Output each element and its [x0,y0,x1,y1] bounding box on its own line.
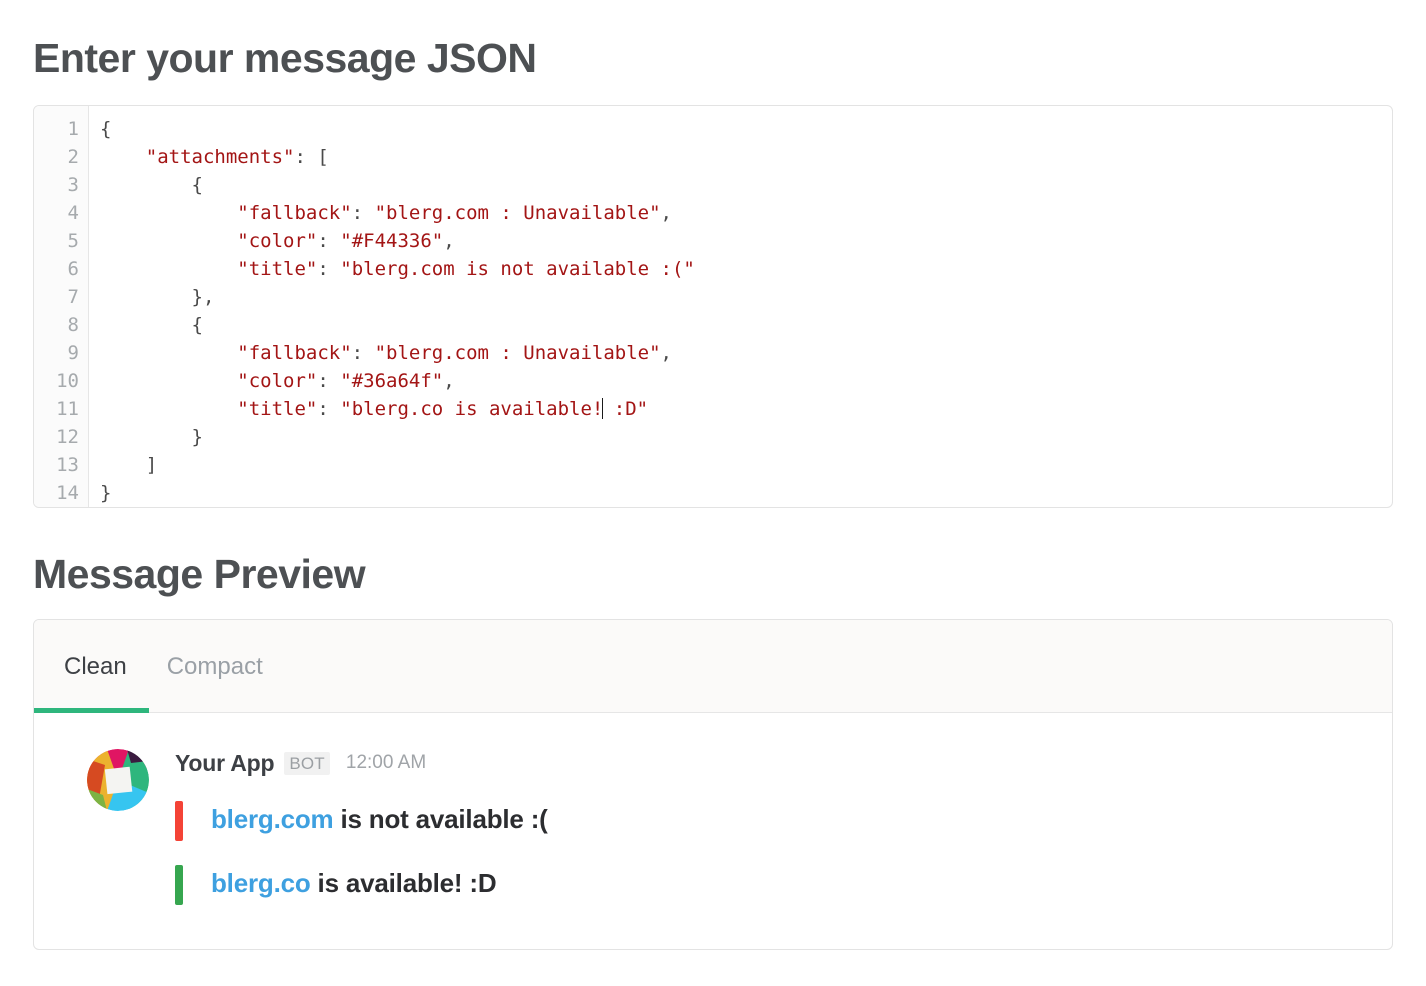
message-header: Your App BOT 12:00 AM [175,749,1392,777]
line-number: 12 [56,426,79,448]
attachment-color-bar [175,865,183,905]
message-author-name: Your App [175,749,275,776]
code-string: "blerg.com : Unavailable" [374,342,661,364]
code-punctuation: , [443,230,455,252]
attachment-title-text: is not available :( [333,804,548,834]
code-string: :D" [602,398,649,420]
code-line: "color": "#F44336", [237,230,455,252]
code-line: "fallback": "blerg.com : Unavailable", [237,202,672,224]
message-content: Your App BOT 12:00 AM blerg.com is not a… [175,747,1392,905]
code-line: { [100,311,1392,339]
attachment-title: blerg.com is not available :( [211,799,548,839]
code-line: "color": "#36a64f", [237,370,455,392]
preview-tabbar: Clean Compact [34,620,1392,713]
code-punctuation: { [100,118,112,140]
line-number: 10 [56,370,79,392]
code-punctuation: { [191,174,203,196]
code-line: "fallback": "blerg.com : Unavailable", [237,342,672,364]
attachment: blerg.co is available! :D [175,863,1392,905]
code-key: "color" [237,370,318,392]
code-key: "color" [237,230,318,252]
message-preview-panel: Clean Compact Your App BOT 12:00 AM bler… [33,619,1393,950]
code-line: { [100,171,1392,199]
code-punctuation: { [191,314,203,336]
line-number: 6 [67,258,79,280]
code-line: } [100,479,1392,507]
code-punctuation: , [660,202,672,224]
code-punctuation: } [191,426,203,448]
code-string: "blerg.com is not available :(" [340,258,695,280]
avatar [87,749,149,811]
tab-clean[interactable]: Clean [34,620,149,713]
code-line: { [100,115,1392,143]
attachment-color-bar [175,801,183,841]
line-number: 13 [56,454,79,476]
line-number: 1 [67,118,79,140]
code-string: "#F44336" [340,230,444,252]
code-key: "title" [237,258,318,280]
code-key: "fallback" [237,202,352,224]
code-line: "title": "blerg.co is available! :D" [237,398,649,420]
code-line: "attachments": [ [145,146,329,168]
attachment-link[interactable]: blerg.co [211,868,311,898]
line-number: 5 [67,230,79,252]
line-number: 7 [67,286,79,308]
code-string: "blerg.co is available! [340,398,604,420]
code-punctuation: ] [145,454,158,476]
slack-logo-icon [87,749,149,811]
line-number: 9 [67,342,79,364]
code-punctuation: , [660,342,672,364]
attachment-title: blerg.co is available! :D [211,863,497,903]
code-punctuation: } [100,482,112,504]
editor-gutter: 1 2 3 4 5 6 7 8 9 10 11 12 13 14 [34,106,89,507]
code-punctuation: , [443,370,455,392]
attachment-link[interactable]: blerg.com [211,804,334,834]
line-number: 8 [67,314,79,336]
code-punctuation: }, [191,286,215,308]
line-number: 11 [56,398,79,420]
bot-badge: BOT [284,751,330,775]
page-title-json: Enter your message JSON [33,35,537,81]
line-number: 4 [67,202,79,224]
code-line: } [100,423,1392,451]
code-line: "title": "blerg.com is not available :(" [237,258,695,280]
line-number: 14 [56,482,79,504]
line-number: 2 [67,146,79,168]
page-root: Enter your message JSON 1 2 3 4 5 6 7 8 9 10 11 12 1… [0,0,1426,986]
attachment-title-text: is available! :D [310,868,497,898]
json-editor[interactable]: 1 2 3 4 5 6 7 8 9 10 11 12 13 14 { "attachments": [ {… [33,105,1393,508]
code-line: }, [100,283,1392,311]
editor-code-area[interactable]: { "attachments": [ { "fallback": "blerg.… [89,106,1392,507]
code-string: "#36a64f" [340,370,444,392]
tab-compact[interactable]: Compact [167,620,263,713]
attachment-list: blerg.com is not available :( blerg.co is… [175,799,1392,905]
code-key: "title" [237,398,318,420]
page-title-preview: Message Preview [33,551,366,597]
message-timestamp: 12:00 AM [345,752,427,773]
code-string: "blerg.com : Unavailable" [374,202,661,224]
message-row: Your App BOT 12:00 AM blerg.com is not a… [34,713,1392,905]
code-key: "fallback" [237,342,352,364]
code-punctuation: [ [317,146,329,168]
code-key: "attachments" [145,146,295,168]
line-number: 3 [67,174,79,196]
attachment: blerg.com is not available :( [175,799,1392,841]
code-line: ] [100,451,1392,479]
